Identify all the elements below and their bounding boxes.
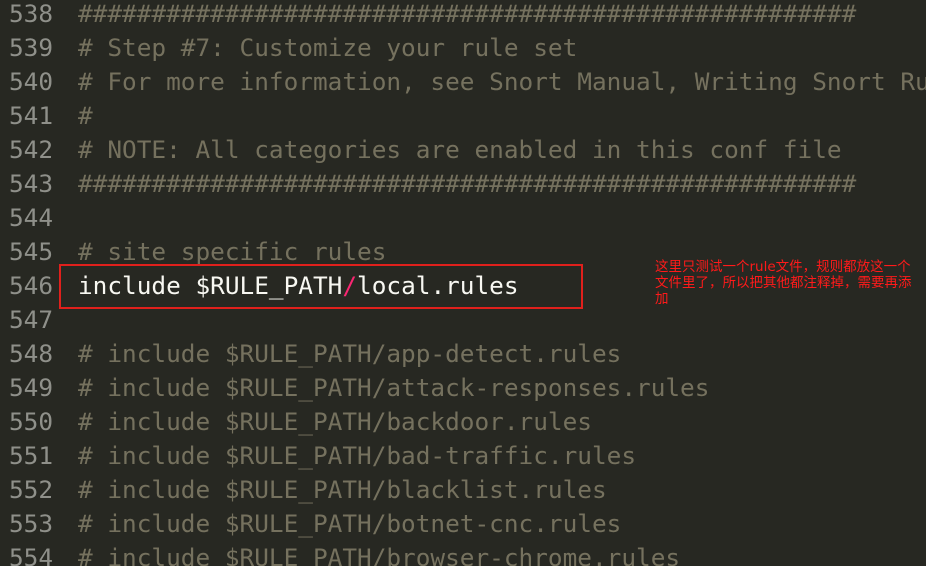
line-number: 546 [9,271,54,300]
line-number: 553 [9,509,54,538]
code-line[interactable]: 554 # include $RULE_PATH/browser-chrome.… [0,541,926,566]
code-line[interactable]: 543 ####################################… [0,167,926,201]
comment-text: # include $RULE_PATH/browser-chrome.rule… [78,543,681,566]
code-line[interactable]: 551 # include $RULE_PATH/bad-traffic.rul… [0,439,926,473]
code-line[interactable]: 539 # Step #7: Customize your rule set [0,31,926,65]
comment-text: # [78,101,93,130]
code-line[interactable]: 553 # include $RULE_PATH/botnet-cnc.rule… [0,507,926,541]
line-number: 547 [9,305,54,334]
comment-text: # include $RULE_PATH/botnet-cnc.rules [78,509,622,538]
line-number: 540 [9,67,54,96]
code-line[interactable]: 538 ####################################… [0,0,926,31]
code-line[interactable]: 540 # For more information, see Snort Ma… [0,65,926,99]
line-number: 554 [9,543,54,566]
line-number: 538 [9,0,54,28]
comment-text: # include $RULE_PATH/app-detect.rules [78,339,622,368]
code-editor[interactable]: 538 ####################################… [0,0,926,566]
line-number: 541 [9,101,54,130]
line-number: 550 [9,407,54,436]
code-line[interactable]: 541 # [0,99,926,133]
line-number: 544 [9,203,54,232]
line-number: 548 [9,339,54,368]
code-line[interactable]: 544 [0,201,926,235]
code-line[interactable]: 542 # NOTE: All categories are enabled i… [0,133,926,167]
comment-text: # include $RULE_PATH/bad-traffic.rules [78,441,637,470]
annotation-note: 这里只测试一个rule文件，规则都放这一个文件里了，所以把其他都注释掉，需要再添… [655,259,912,307]
comment-text: # include $RULE_PATH/blacklist.rules [78,475,607,504]
line-number: 545 [9,237,54,266]
comment-text: # Step #7: Customize your rule set [78,33,578,62]
line-number: 549 [9,373,54,402]
line-number: 543 [9,169,54,198]
code-line[interactable]: 549 # include $RULE_PATH/attack-response… [0,371,926,405]
comment-text: # For more information, see Snort Manual… [78,67,926,96]
comment-text: ########################################… [78,169,857,198]
code-line[interactable]: 550 # include $RULE_PATH/backdoor.rules [0,405,926,439]
line-number: 552 [9,475,54,504]
comment-text: # include $RULE_PATH/attack-responses.ru… [78,373,710,402]
comment-text: # include $RULE_PATH/backdoor.rules [78,407,592,436]
comment-text: ########################################… [78,0,857,28]
line-number: 542 [9,135,54,164]
code-line[interactable]: 552 # include $RULE_PATH/blacklist.rules [0,473,926,507]
comment-text: # NOTE: All categories are enabled in th… [78,135,842,164]
highlight-box [59,264,583,309]
code-line[interactable]: 548 # include $RULE_PATH/app-detect.rule… [0,337,926,371]
line-number: 551 [9,441,54,470]
line-number: 539 [9,33,54,62]
